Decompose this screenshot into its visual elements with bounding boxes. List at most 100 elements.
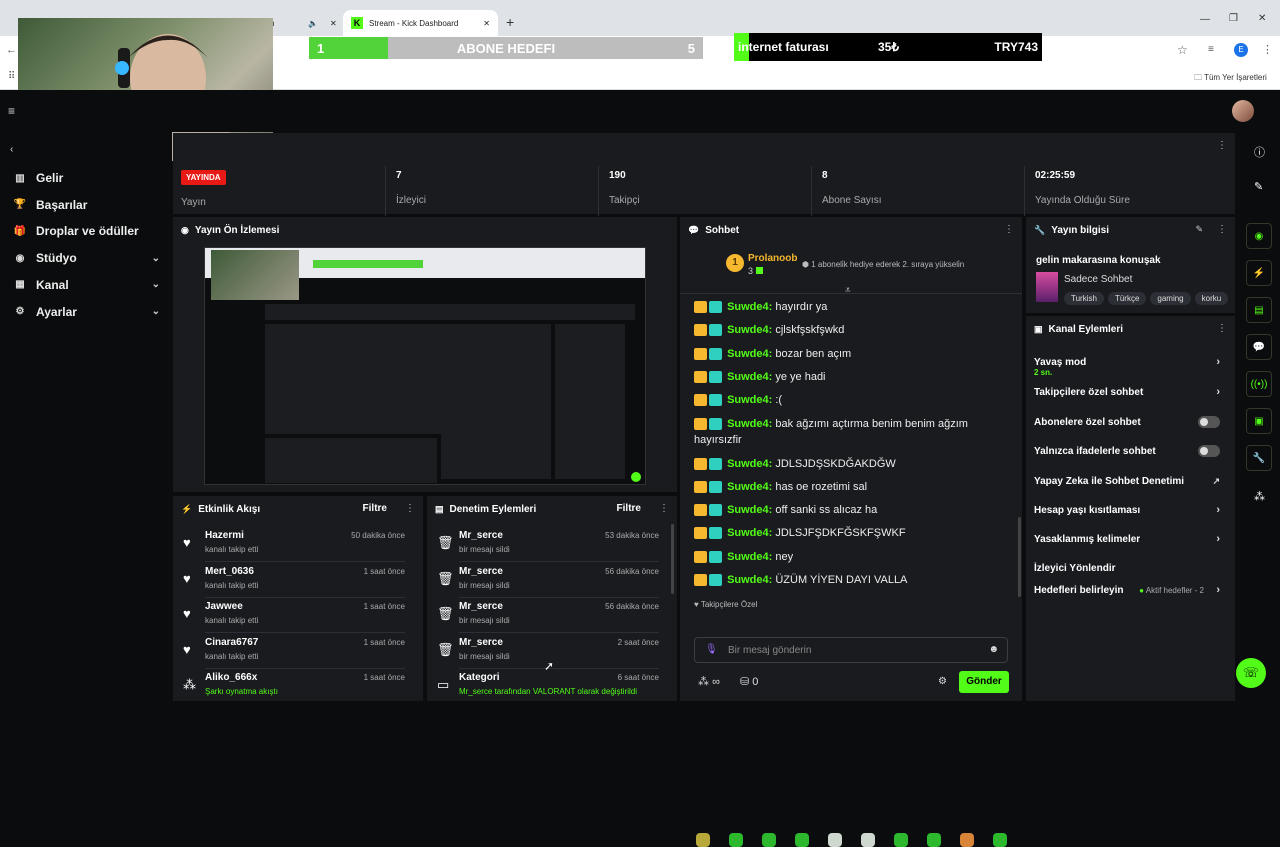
emote-icon[interactable] bbox=[828, 833, 842, 847]
channel-action-row[interactable]: Yasaklanmış kelimeler › bbox=[1034, 529, 1224, 549]
all-bookmarks[interactable]: 🗀 Tüm Yer İşaretleri bbox=[1194, 72, 1267, 86]
emote-icon[interactable] bbox=[795, 833, 809, 847]
preview-video[interactable] bbox=[204, 247, 646, 485]
window-close-button[interactable]: ✕ bbox=[1258, 13, 1266, 24]
info-icon[interactable]: ⓘ bbox=[1254, 144, 1265, 160]
sidebar-item[interactable]: ▦ Kanal ⌄ bbox=[12, 275, 162, 295]
chat-message[interactable]: Suwde4: has oe rozetimi sal bbox=[694, 479, 1014, 495]
emote-icon[interactable] bbox=[729, 833, 743, 847]
activity-item[interactable]: ⁂ Aliko_666x Şarkı oynatma akıştı 1 saat ön… bbox=[173, 668, 413, 701]
more-options-icon[interactable]: ⋮ bbox=[1217, 323, 1227, 334]
emote-icon[interactable] bbox=[993, 833, 1007, 847]
moderation-item[interactable]: 🗑 Mr_serce bir mesajı sildi 56 dakika önce bbox=[427, 562, 667, 598]
channel-action-row[interactable]: Takipçilere özel sohbet › bbox=[1034, 382, 1224, 402]
emote-icon[interactable] bbox=[696, 833, 710, 847]
sidebar-item[interactable]: ⚙ Ayarlar ⌄ bbox=[12, 302, 162, 322]
chat-message[interactable]: Suwde4: off sanki ss alıcaz ha bbox=[694, 502, 1014, 518]
activity-item[interactable]: ♥ Hazermi kanalı takip etti 50 dakika önce bbox=[173, 526, 413, 562]
chat-message[interactable]: Suwde4: cjlskfşskfşwkd bbox=[694, 322, 1014, 338]
channel-action-row[interactable]: Yapay Zeka ile Sohbet Denetimi ↗ bbox=[1034, 471, 1224, 491]
back-icon[interactable]: ← bbox=[6, 44, 17, 56]
apps-grid-icon[interactable]: ⁂ bbox=[1254, 490, 1265, 503]
tag-chip[interactable]: Türkçe bbox=[1107, 292, 1147, 305]
more-options-icon[interactable]: ⋮ bbox=[405, 503, 415, 514]
collapse-icon[interactable]: ‹ bbox=[10, 144, 13, 155]
emote-icon[interactable] bbox=[762, 833, 776, 847]
chat-message[interactable]: Suwde4: ye ye hadi bbox=[694, 369, 1014, 385]
sidebar-item[interactable]: 🎁 Droplar ve ödüller bbox=[12, 221, 162, 241]
emote-icon[interactable] bbox=[927, 833, 941, 847]
moderation-item[interactable]: 🗑 Mr_serce bir mesajı sildi 53 dakika önce bbox=[427, 526, 667, 562]
microphone-icon[interactable]: 🎙 bbox=[705, 644, 718, 655]
sidebar-item[interactable]: ▥ Gelir bbox=[12, 168, 162, 188]
chat-message[interactable]: Suwde4: bozar ben açım bbox=[694, 346, 1014, 362]
pencil-icon[interactable]: ✎ bbox=[1254, 180, 1263, 193]
collapse-pinned-icon[interactable]: ⩡ bbox=[845, 285, 851, 296]
tag-chip[interactable]: korku bbox=[1194, 292, 1229, 305]
apps-icon[interactable]: ⠿ bbox=[8, 71, 15, 82]
hamburger-icon[interactable]: ≡ bbox=[8, 104, 15, 118]
edit-icon[interactable]: ✎ bbox=[1195, 224, 1203, 235]
settings-toggle-icon[interactable]: 🔧 bbox=[1246, 445, 1272, 471]
more-options-icon[interactable]: ⋮ bbox=[659, 503, 669, 514]
channel-action-row[interactable]: Hesap yaşı kısıtlaması › bbox=[1034, 500, 1224, 520]
browser-tab-active[interactable]: K Stream - Kick Dashboard ✕ bbox=[343, 10, 498, 36]
chat-message[interactable]: Suwde4: JDLSJFŞDKFĞSKFŞWKF bbox=[694, 525, 1014, 541]
menu-icon[interactable]: ⋮ bbox=[1262, 43, 1273, 56]
activity-item[interactable]: ♥ Mert_0636 kanalı takip etti 1 saat önce bbox=[173, 562, 413, 598]
close-icon[interactable]: ✕ bbox=[483, 19, 490, 28]
channel-action-row[interactable]: Abonelere özel sohbet bbox=[1034, 412, 1224, 432]
toggle-switch[interactable] bbox=[1198, 416, 1220, 428]
help-button[interactable]: ☏ bbox=[1236, 658, 1266, 688]
channel-action-row[interactable]: İzleyici Yönlendir bbox=[1034, 558, 1224, 578]
playlist-icon[interactable]: ≡ bbox=[1208, 44, 1214, 55]
user-avatar[interactable] bbox=[1232, 100, 1254, 122]
channel-action-row[interactable]: Yavaş mod 2 sn. › bbox=[1034, 352, 1224, 377]
chat-toggle-icon[interactable]: 💬 bbox=[1246, 334, 1272, 360]
emoji-picker-icon[interactable]: ☻ bbox=[988, 644, 999, 655]
activity-item[interactable]: ♥ Cinara6767 kanalı takip etti 1 saat önce bbox=[173, 633, 413, 669]
tag-chip[interactable]: gaming bbox=[1150, 292, 1191, 305]
points-display[interactable]: ⛁ 0 bbox=[740, 675, 758, 688]
browser-tab[interactable]: n🔈✕ bbox=[262, 10, 342, 36]
chat-message[interactable]: Suwde4: ÜZÜM YİYEN DAYI VALLA bbox=[694, 572, 1014, 588]
preview-toggle-icon[interactable]: ◉ bbox=[1246, 223, 1272, 249]
send-button[interactable]: Gönder bbox=[959, 671, 1009, 693]
profile-avatar[interactable]: E bbox=[1234, 43, 1248, 57]
chat-message[interactable]: Suwde4: bak ağzımı açtırma benim benim a… bbox=[694, 416, 1014, 448]
leaderboard-user[interactable]: Prolanoob bbox=[748, 253, 797, 264]
toggle-switch[interactable] bbox=[1198, 445, 1220, 457]
chat-scrollbar[interactable] bbox=[1018, 517, 1021, 597]
chat-message[interactable]: Suwde4: ney bbox=[694, 549, 1014, 565]
star-icon[interactable]: ☆ bbox=[1177, 43, 1188, 57]
more-options-icon[interactable]: ⋮ bbox=[1004, 224, 1014, 235]
maximize-button[interactable]: ❐ bbox=[1229, 13, 1238, 24]
chat-settings-icon[interactable]: ⚙ bbox=[938, 676, 947, 687]
emote-icon[interactable] bbox=[960, 833, 974, 847]
new-tab-button[interactable]: + bbox=[506, 14, 514, 30]
broadcast-toggle-icon[interactable]: ((•)) bbox=[1246, 371, 1272, 397]
chat-message[interactable]: Suwde4: :( bbox=[694, 392, 1014, 408]
sidebar-item[interactable]: 🏆 Başarılar bbox=[12, 195, 162, 215]
moderation-item[interactable]: 🗑 Mr_serce bir mesajı sildi 56 dakika önce bbox=[427, 597, 667, 633]
close-icon[interactable]: ✕ bbox=[330, 19, 337, 28]
channel-action-row[interactable]: Yalnızca ifadelerle sohbet bbox=[1034, 441, 1224, 461]
activity-toggle-icon[interactable]: ⚡ bbox=[1246, 260, 1272, 286]
sidebar-item[interactable]: ◉ Stüdyo ⌄ bbox=[12, 248, 162, 268]
activity-item[interactable]: ♥ Jawwee kanalı takip etti 1 saat önce bbox=[173, 597, 413, 633]
emote-icon[interactable] bbox=[894, 833, 908, 847]
chat-message[interactable]: Suwde4: hayırdır ya bbox=[694, 299, 1014, 315]
channel-action-row[interactable]: Hedefleri belirleyin ● Aktif hedefler - 2… bbox=[1034, 580, 1224, 600]
emote-icon[interactable] bbox=[861, 833, 875, 847]
kick-points-icon[interactable]: ⁂ ∞ bbox=[698, 675, 720, 688]
tag-chip[interactable]: Turkish bbox=[1064, 292, 1104, 305]
actions-toggle-icon[interactable]: ▣ bbox=[1246, 408, 1272, 434]
activity-filter-button[interactable]: Filtre bbox=[363, 503, 387, 514]
scrollbar[interactable] bbox=[671, 524, 674, 594]
chat-input[interactable]: 🎙 Bir mesaj gönderin ☻ bbox=[694, 637, 1008, 663]
more-options-icon[interactable]: ⋮ bbox=[1217, 140, 1227, 151]
moderation-toggle-icon[interactable]: ▤ bbox=[1246, 297, 1272, 323]
chat-message[interactable]: Suwde4: JDLSJDŞSKDĞAKDĞW bbox=[694, 456, 1014, 472]
minimize-button[interactable]: — bbox=[1200, 14, 1210, 25]
moderation-filter-button[interactable]: Filtre bbox=[617, 503, 641, 514]
